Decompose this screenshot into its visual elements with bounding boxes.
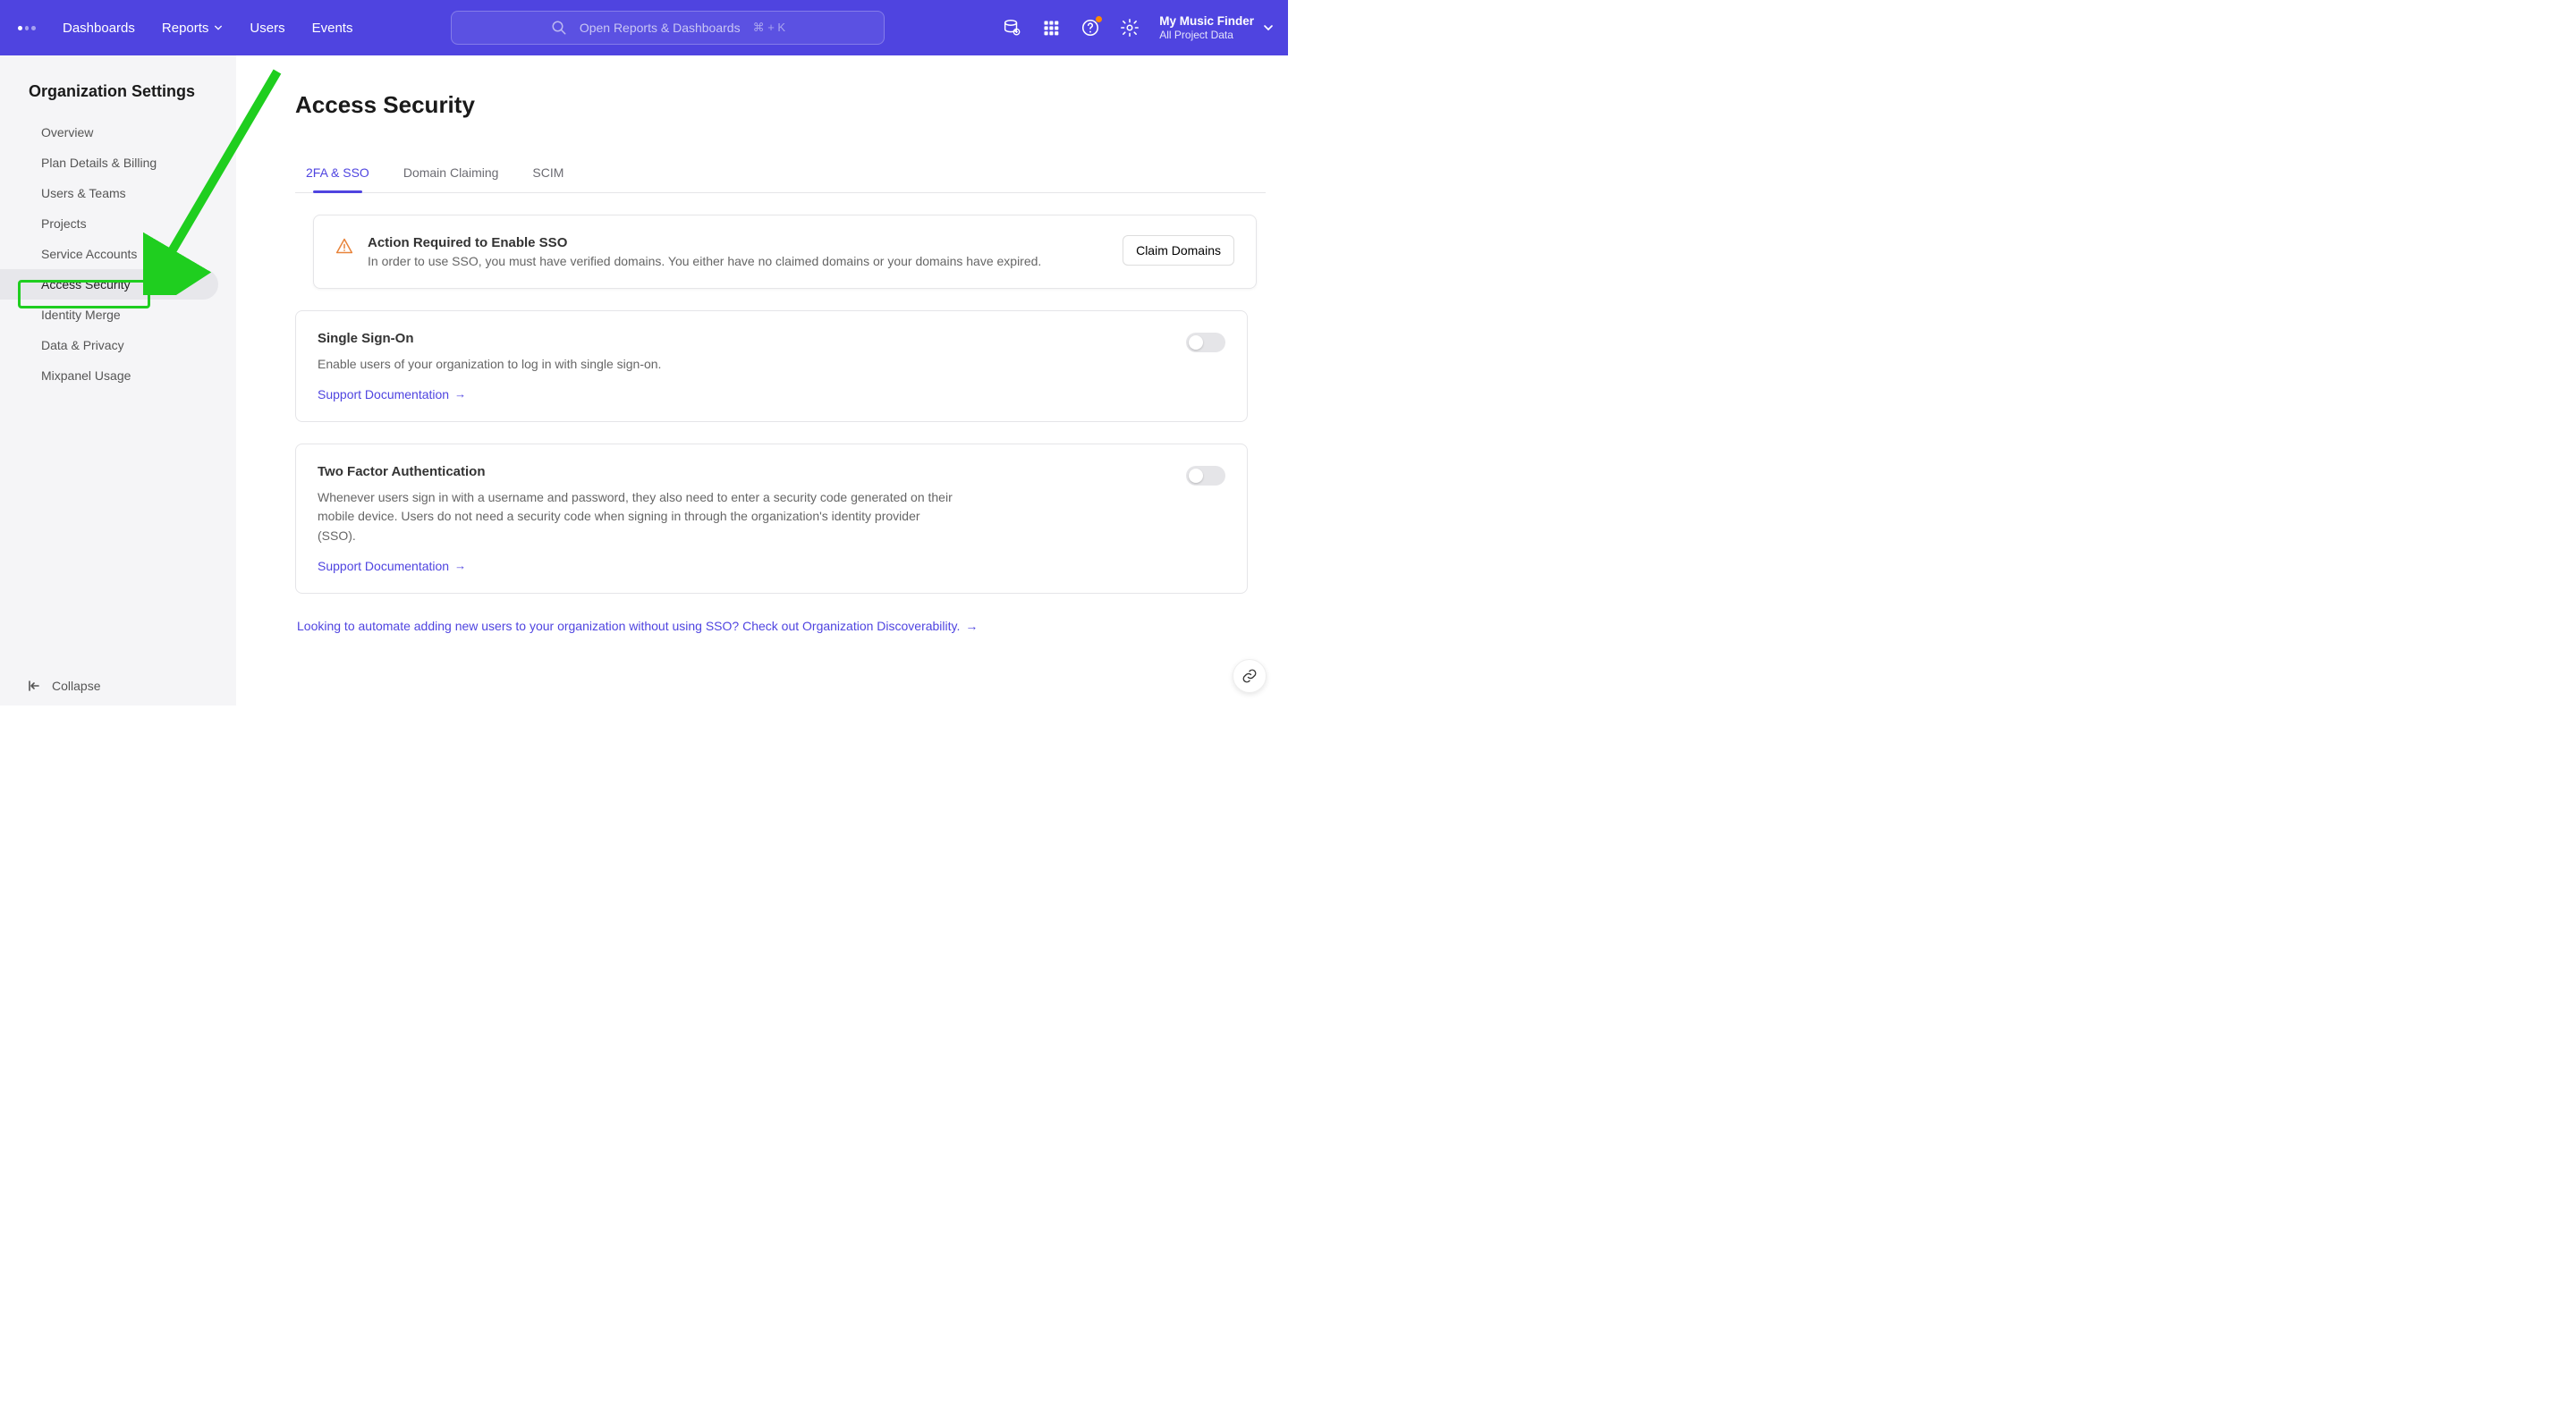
sso-card: Single Sign-On Enable users of your orga… xyxy=(295,310,1248,422)
search-placeholder: Open Reports & Dashboards xyxy=(580,21,741,35)
sidebar-item-mixpanel-usage[interactable]: Mixpanel Usage xyxy=(0,360,218,391)
sidebar: Organization Settings Overview Plan Deta… xyxy=(0,55,236,706)
nav-dashboards[interactable]: Dashboards xyxy=(63,21,135,36)
project-name: My Music Finder xyxy=(1159,14,1254,29)
top-nav: Dashboards Reports Users Events Open Rep… xyxy=(0,0,1288,55)
tab-domain-claiming[interactable]: Domain Claiming xyxy=(402,156,501,192)
tfa-doc-link[interactable]: Support Documentation → xyxy=(318,559,466,573)
search-icon xyxy=(551,20,567,36)
sidebar-item-data-privacy[interactable]: Data & Privacy xyxy=(0,330,218,360)
project-switcher[interactable]: My Music Finder All Project Data xyxy=(1159,14,1274,42)
arrow-right-icon: → xyxy=(965,619,978,633)
settings-gear-icon[interactable] xyxy=(1120,18,1140,38)
collapse-icon xyxy=(27,679,41,693)
sso-doc-link[interactable]: Support Documentation → xyxy=(318,387,466,401)
sso-description: Enable users of your organization to log… xyxy=(318,355,962,375)
chevron-down-icon xyxy=(1263,22,1274,33)
apps-grid-icon[interactable] xyxy=(1041,18,1061,38)
nav-right: My Music Finder All Project Data xyxy=(1002,14,1274,42)
alert-card: Action Required to Enable SSO In order t… xyxy=(313,215,1257,289)
global-search[interactable]: Open Reports & Dashboards ⌘ + K xyxy=(451,11,885,45)
warning-icon xyxy=(335,237,353,255)
collapse-label: Collapse xyxy=(52,679,100,693)
sidebar-heading: Organization Settings xyxy=(0,82,236,117)
sso-toggle[interactable] xyxy=(1186,333,1225,352)
tabs: 2FA & SSO Domain Claiming SCIM xyxy=(295,156,1266,193)
page-title: Access Security xyxy=(295,91,1288,119)
sso-doc-link-label: Support Documentation xyxy=(318,387,449,401)
sso-title: Single Sign-On xyxy=(318,331,1225,346)
nav-reports[interactable]: Reports xyxy=(162,21,224,36)
link-fab[interactable] xyxy=(1233,659,1267,693)
nav-links: Dashboards Reports Users Events xyxy=(63,21,352,36)
sidebar-item-overview[interactable]: Overview xyxy=(0,117,218,148)
arrow-right-icon: → xyxy=(454,387,466,401)
tfa-doc-link-label: Support Documentation xyxy=(318,559,449,573)
alert-description: In order to use SSO, you must have verif… xyxy=(368,254,1108,268)
main-content: Access Security 2FA & SSO Domain Claimin… xyxy=(236,55,1288,706)
arrow-right-icon: → xyxy=(454,559,466,572)
nav-events[interactable]: Events xyxy=(312,21,353,36)
tab-scim[interactable]: SCIM xyxy=(530,156,565,192)
tfa-title: Two Factor Authentication xyxy=(318,464,1225,479)
link-icon xyxy=(1241,668,1258,684)
sidebar-collapse-button[interactable]: Collapse xyxy=(27,679,100,693)
tfa-toggle[interactable] xyxy=(1186,466,1225,486)
chevron-down-icon xyxy=(214,23,223,32)
discoverability-link-label: Looking to automate adding new users to … xyxy=(297,619,960,633)
tfa-card: Two Factor Authentication Whenever users… xyxy=(295,444,1248,594)
nav-reports-label: Reports xyxy=(162,21,209,36)
alert-title: Action Required to Enable SSO xyxy=(368,235,1108,250)
database-icon[interactable] xyxy=(1002,18,1021,38)
tfa-description: Whenever users sign in with a username a… xyxy=(318,488,962,546)
brand-icon[interactable] xyxy=(18,26,36,30)
sidebar-item-access-security[interactable]: Access Security xyxy=(0,269,218,300)
tab-2fa-sso[interactable]: 2FA & SSO xyxy=(304,156,371,192)
sidebar-item-service-accounts[interactable]: Service Accounts xyxy=(0,239,218,269)
sidebar-item-plan-billing[interactable]: Plan Details & Billing xyxy=(0,148,218,178)
search-kbd-hint: ⌘ + K xyxy=(753,21,786,35)
sidebar-item-projects[interactable]: Projects xyxy=(0,208,218,239)
help-icon[interactable] xyxy=(1080,18,1100,38)
discoverability-link[interactable]: Looking to automate adding new users to … xyxy=(297,619,978,633)
help-badge-dot xyxy=(1096,16,1102,22)
sidebar-item-users-teams[interactable]: Users & Teams xyxy=(0,178,218,208)
claim-domains-button[interactable]: Claim Domains xyxy=(1123,235,1234,266)
nav-users[interactable]: Users xyxy=(250,21,284,36)
project-subtitle: All Project Data xyxy=(1159,29,1254,41)
sidebar-item-identity-merge[interactable]: Identity Merge xyxy=(0,300,218,330)
